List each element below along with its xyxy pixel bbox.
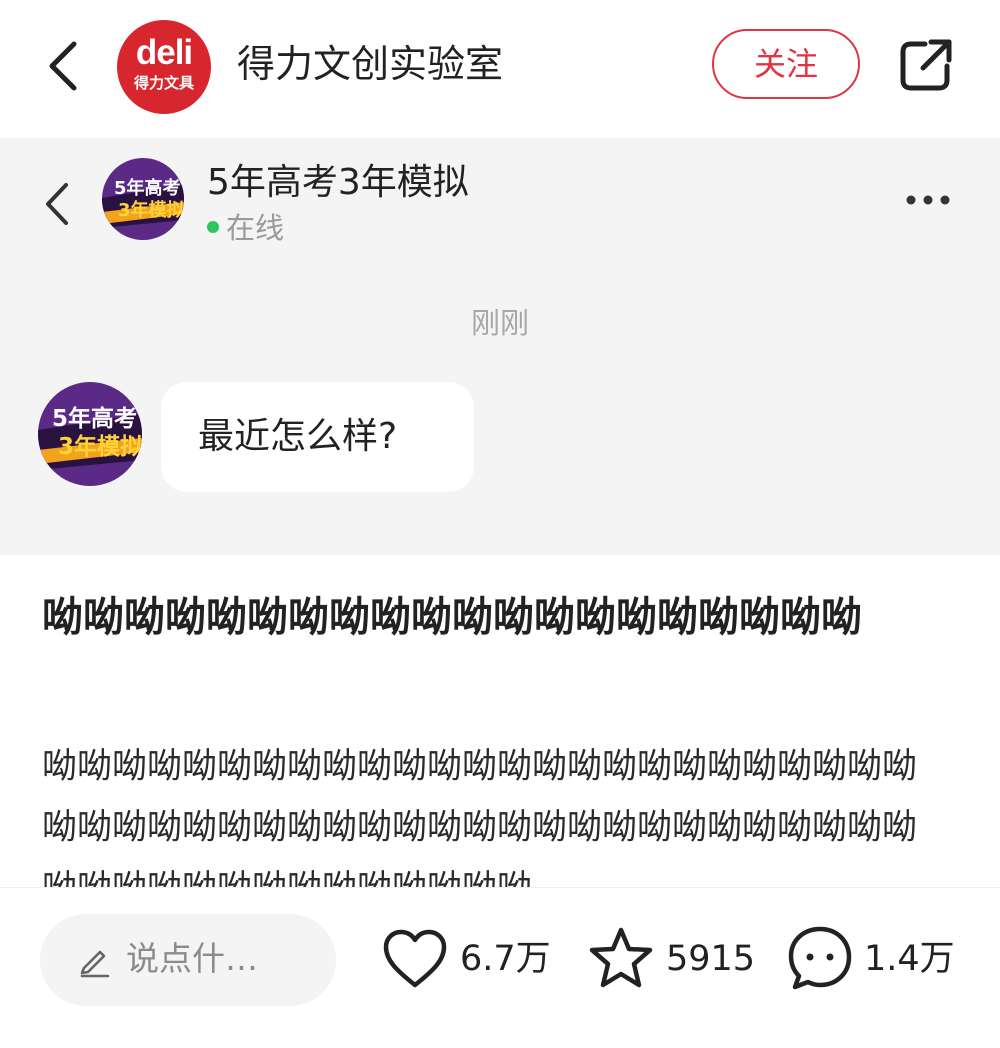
more-icon: [906, 195, 950, 205]
star-icon: [589, 927, 653, 988]
heart-icon: [383, 929, 447, 988]
account-name[interactable]: 得力文创实验室: [237, 38, 503, 90]
share-icon[interactable]: [897, 36, 955, 94]
message-text: 最近怎么样?: [198, 416, 398, 457]
chat-screenshot: 5年高考 3年模拟 5年高考3年模拟 在线 刚刚 5年高考 3年模拟 最近怎么样…: [0, 138, 1000, 555]
message-timestamp: 刚刚: [470, 306, 529, 340]
message-sender-avatar: 5年高考 3年模拟: [38, 382, 142, 486]
brand-logo-subtext: 得力文具: [133, 74, 194, 92]
brand-avatar[interactable]: deli 得力文具: [117, 20, 211, 114]
comment-placeholder: 说点什…: [126, 939, 258, 978]
follow-button[interactable]: 关注: [712, 29, 860, 99]
online-status-dot: [207, 221, 219, 233]
top-header: deli 得力文具 得力文创实验室 关注: [0, 0, 1000, 138]
contact-avatar: 5年高考 3年模拟: [102, 158, 184, 240]
online-status-text: 在线: [226, 211, 285, 245]
chat-back-arrow-icon: [46, 183, 68, 225]
comment-input[interactable]: 说点什…: [40, 914, 336, 1006]
message-avatar-text-bottom: 3年模拟: [58, 433, 142, 460]
bottom-action-bar: 说点什… 6.7万 5915 1.4万: [0, 887, 1000, 1048]
post-title: 呦呦呦呦呦呦呦呦呦呦呦呦呦呦呦呦呦呦呦呦: [42, 593, 862, 641]
favorite-count: 5915: [666, 939, 756, 979]
like-count: 6.7万: [460, 939, 551, 979]
comment-bubble-icon: [788, 926, 852, 990]
favorite-button[interactable]: 5915: [588, 918, 758, 1004]
contact-avatar-text-top: 5年高考: [114, 177, 181, 199]
message-bubble: 最近怎么样?: [161, 382, 474, 492]
pencil-icon: [80, 950, 110, 978]
contact-name: 5年高考3年模拟: [207, 162, 469, 203]
contact-avatar-text-bottom: 3年模拟: [118, 199, 184, 221]
post-body: 呦呦呦呦呦呦呦呦呦呦呦呦呦呦呦呦呦呦呦呦呦呦呦呦呦呦呦呦呦呦呦呦呦呦呦呦呦呦呦呦…: [42, 747, 918, 887]
back-arrow-icon[interactable]: [44, 38, 84, 94]
message-avatar-text-top: 5年高考: [52, 405, 137, 432]
comment-button[interactable]: 1.4万: [786, 918, 956, 1004]
brand-logo-text: deli: [135, 33, 193, 72]
comment-count: 1.4万: [864, 939, 955, 979]
like-button[interactable]: 6.7万: [382, 918, 552, 1004]
